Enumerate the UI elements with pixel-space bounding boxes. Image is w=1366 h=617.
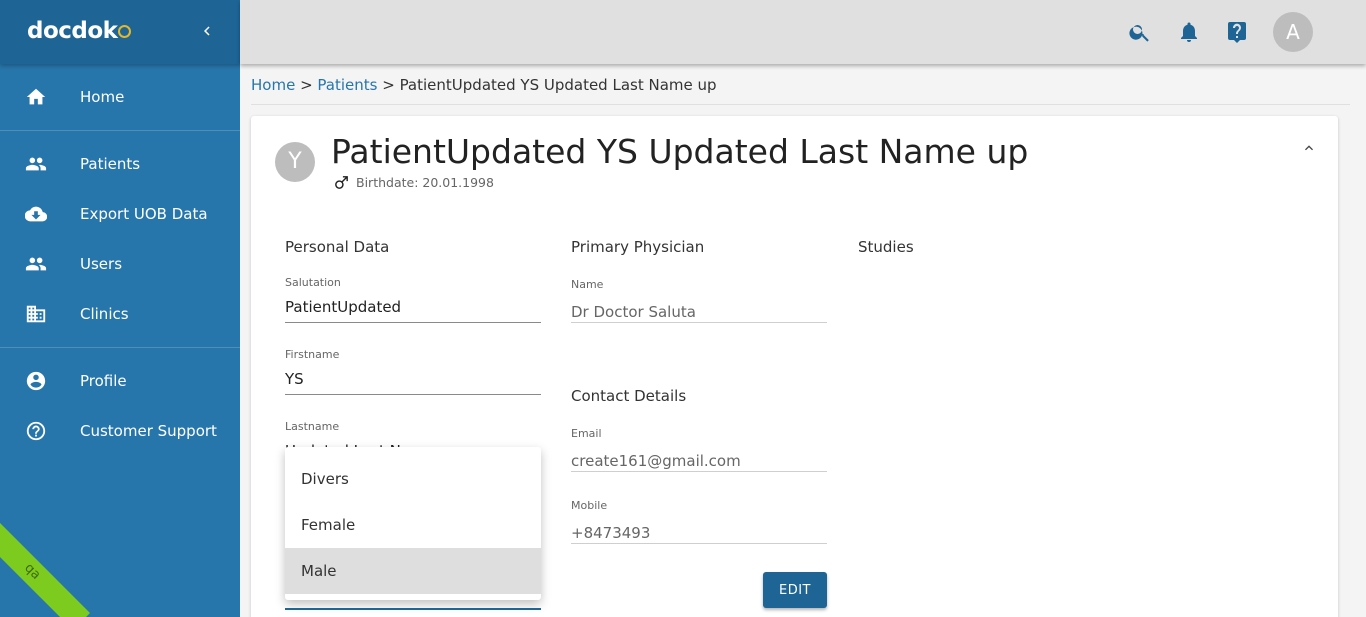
personal-data-title: Personal Data [285, 238, 390, 256]
sidebar-item-users[interactable]: Users [0, 239, 240, 289]
primary-physician-title: Primary Physician [571, 238, 705, 256]
sidebar-item-export-uob-data[interactable]: Export UOB Data [0, 189, 240, 239]
breadcrumb-divider [251, 104, 1350, 105]
nav-group-main: Home [0, 64, 240, 131]
sidebar-item-patients[interactable]: Patients [0, 139, 240, 189]
sidebar-item-label: Patients [80, 155, 141, 173]
search-icon[interactable] [1128, 20, 1152, 44]
user-avatar[interactable]: A [1273, 12, 1313, 52]
sidebar-item-label: Clinics [80, 305, 129, 323]
contact-details-title: Contact Details [571, 387, 687, 405]
breadcrumb-patients-link[interactable]: Patients [317, 76, 377, 94]
physician-name-underline [571, 322, 827, 323]
account-circle-icon [24, 369, 48, 393]
nav-group-admin: Patients Export UOB Data Users Clinics [0, 131, 240, 348]
sidebar-item-profile[interactable]: Profile [0, 356, 240, 406]
lastname-label: Lastname [285, 420, 340, 433]
sidebar-item-label: Export UOB Data [80, 205, 208, 223]
breadcrumb-current: PatientUpdated YS Updated Last Name up [399, 76, 717, 94]
email-label: Email [571, 427, 602, 440]
patient-avatar: Y [275, 142, 315, 182]
mobile-underline [571, 543, 827, 544]
app-logo[interactable]: docdok [27, 18, 118, 44]
firstname-field[interactable]: YS [285, 370, 304, 388]
studies-title: Studies [858, 238, 914, 256]
dropdown-option-female[interactable]: Female [285, 502, 541, 548]
birthdate-text: Birthdate: 20.01.1998 [356, 175, 494, 190]
dropdown-option-divers[interactable]: Divers [285, 456, 541, 502]
firstname-underline [285, 394, 541, 395]
building-icon [24, 302, 48, 326]
env-badge: qa [0, 514, 90, 617]
help-icon[interactable] [1225, 20, 1249, 44]
people-icon [24, 152, 48, 176]
help-circle-icon [24, 419, 48, 443]
sex-select-underline [285, 608, 541, 610]
sidebar-item-customer-support[interactable]: Customer Support [0, 406, 240, 456]
breadcrumb-home-link[interactable]: Home [251, 76, 295, 94]
collapse-card-icon[interactable] [1301, 140, 1317, 156]
salutation-field[interactable]: PatientUpdated [285, 298, 401, 316]
email-underline [571, 471, 827, 472]
mobile-field: +8473493 [571, 524, 651, 542]
sidebar-header: docdok [0, 0, 240, 64]
salutation-label: Salutation [285, 276, 341, 289]
bell-icon[interactable] [1177, 20, 1201, 44]
breadcrumb-separator: > [295, 76, 318, 94]
email-field: create161@gmail.com [571, 452, 741, 470]
collapse-sidebar-icon[interactable] [198, 20, 216, 42]
male-icon [335, 176, 348, 189]
patient-name: PatientUpdated YS Updated Last Name up [331, 132, 1029, 171]
patient-birthdate: Birthdate: 20.01.1998 [333, 174, 494, 191]
home-icon [24, 85, 48, 109]
edit-button[interactable]: EDIT [763, 572, 827, 608]
mobile-label: Mobile [571, 499, 608, 512]
physician-name-label: Name [571, 278, 604, 291]
logo-mark-icon [118, 25, 131, 38]
sex-dropdown-menu: Divers Female Male [285, 447, 541, 600]
sidebar-item-label: Profile [80, 372, 127, 390]
people-icon [24, 252, 48, 276]
sidebar: docdok Home Patients Export UOB Data Use… [0, 0, 240, 617]
sidebar-item-home[interactable]: Home [0, 72, 240, 122]
cloud-download-icon [24, 202, 48, 226]
sidebar-item-clinics[interactable]: Clinics [0, 289, 240, 339]
sidebar-item-label: Home [80, 88, 125, 106]
breadcrumb: Home > Patients > PatientUpdated YS Upda… [251, 76, 717, 94]
physician-name-field: Dr Doctor Saluta [571, 303, 696, 321]
firstname-label: Firstname [285, 348, 340, 361]
sidebar-item-label: Users [80, 255, 123, 273]
sidebar-item-label: Customer Support [80, 422, 217, 440]
breadcrumb-separator: > [377, 76, 400, 94]
dropdown-option-male[interactable]: Male [285, 548, 541, 594]
nav-group-account: Profile Customer Support [0, 348, 240, 464]
topbar: A [240, 0, 1366, 64]
salutation-underline [285, 322, 541, 323]
